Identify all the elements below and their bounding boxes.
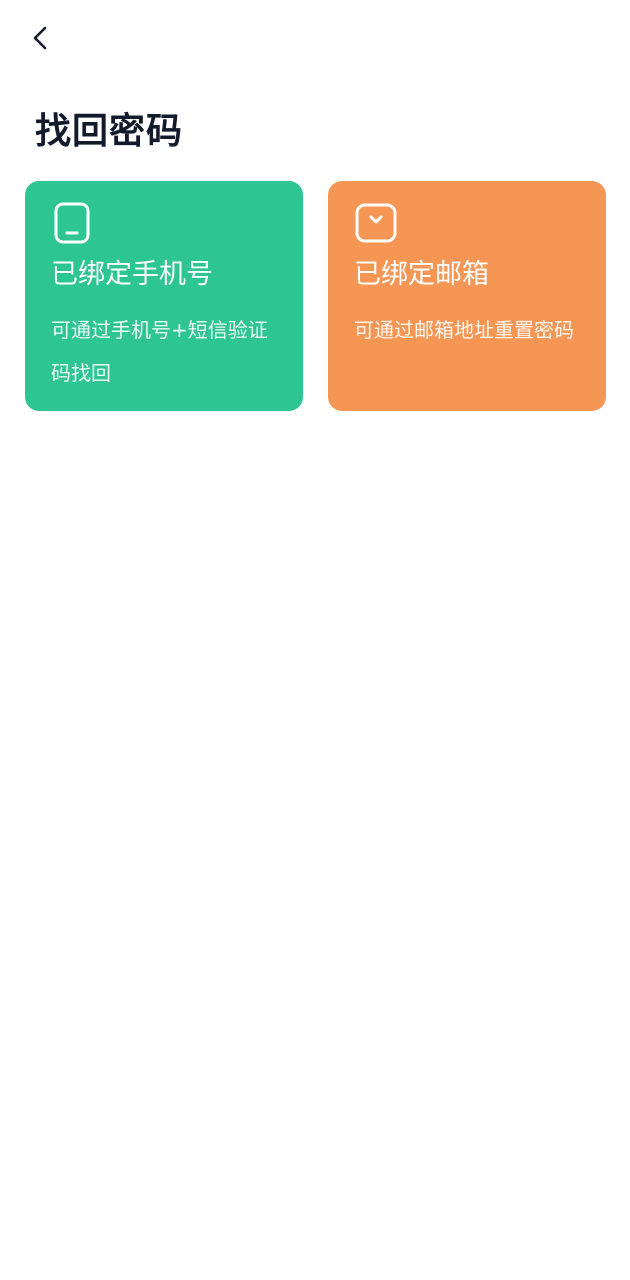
- option-card-phone[interactable]: 已绑定手机号 可通过手机号+短信验证码找回: [25, 181, 303, 411]
- option-description: 可通过邮箱地址重置密码: [354, 318, 574, 342]
- option-title: 已绑定手机号: [51, 259, 213, 290]
- chevron-left-icon: [33, 26, 47, 50]
- page-title: 找回密码: [35, 111, 184, 152]
- option-description: 可通过手机号+短信验证码找回: [51, 318, 268, 385]
- option-title: 已绑定邮箱: [354, 259, 489, 290]
- mailbox-icon: [355, 203, 397, 243]
- option-card-email[interactable]: 已绑定邮箱 可通过邮箱地址重置密码: [328, 181, 606, 411]
- back-button[interactable]: [20, 18, 60, 58]
- phone-icon: [54, 202, 90, 244]
